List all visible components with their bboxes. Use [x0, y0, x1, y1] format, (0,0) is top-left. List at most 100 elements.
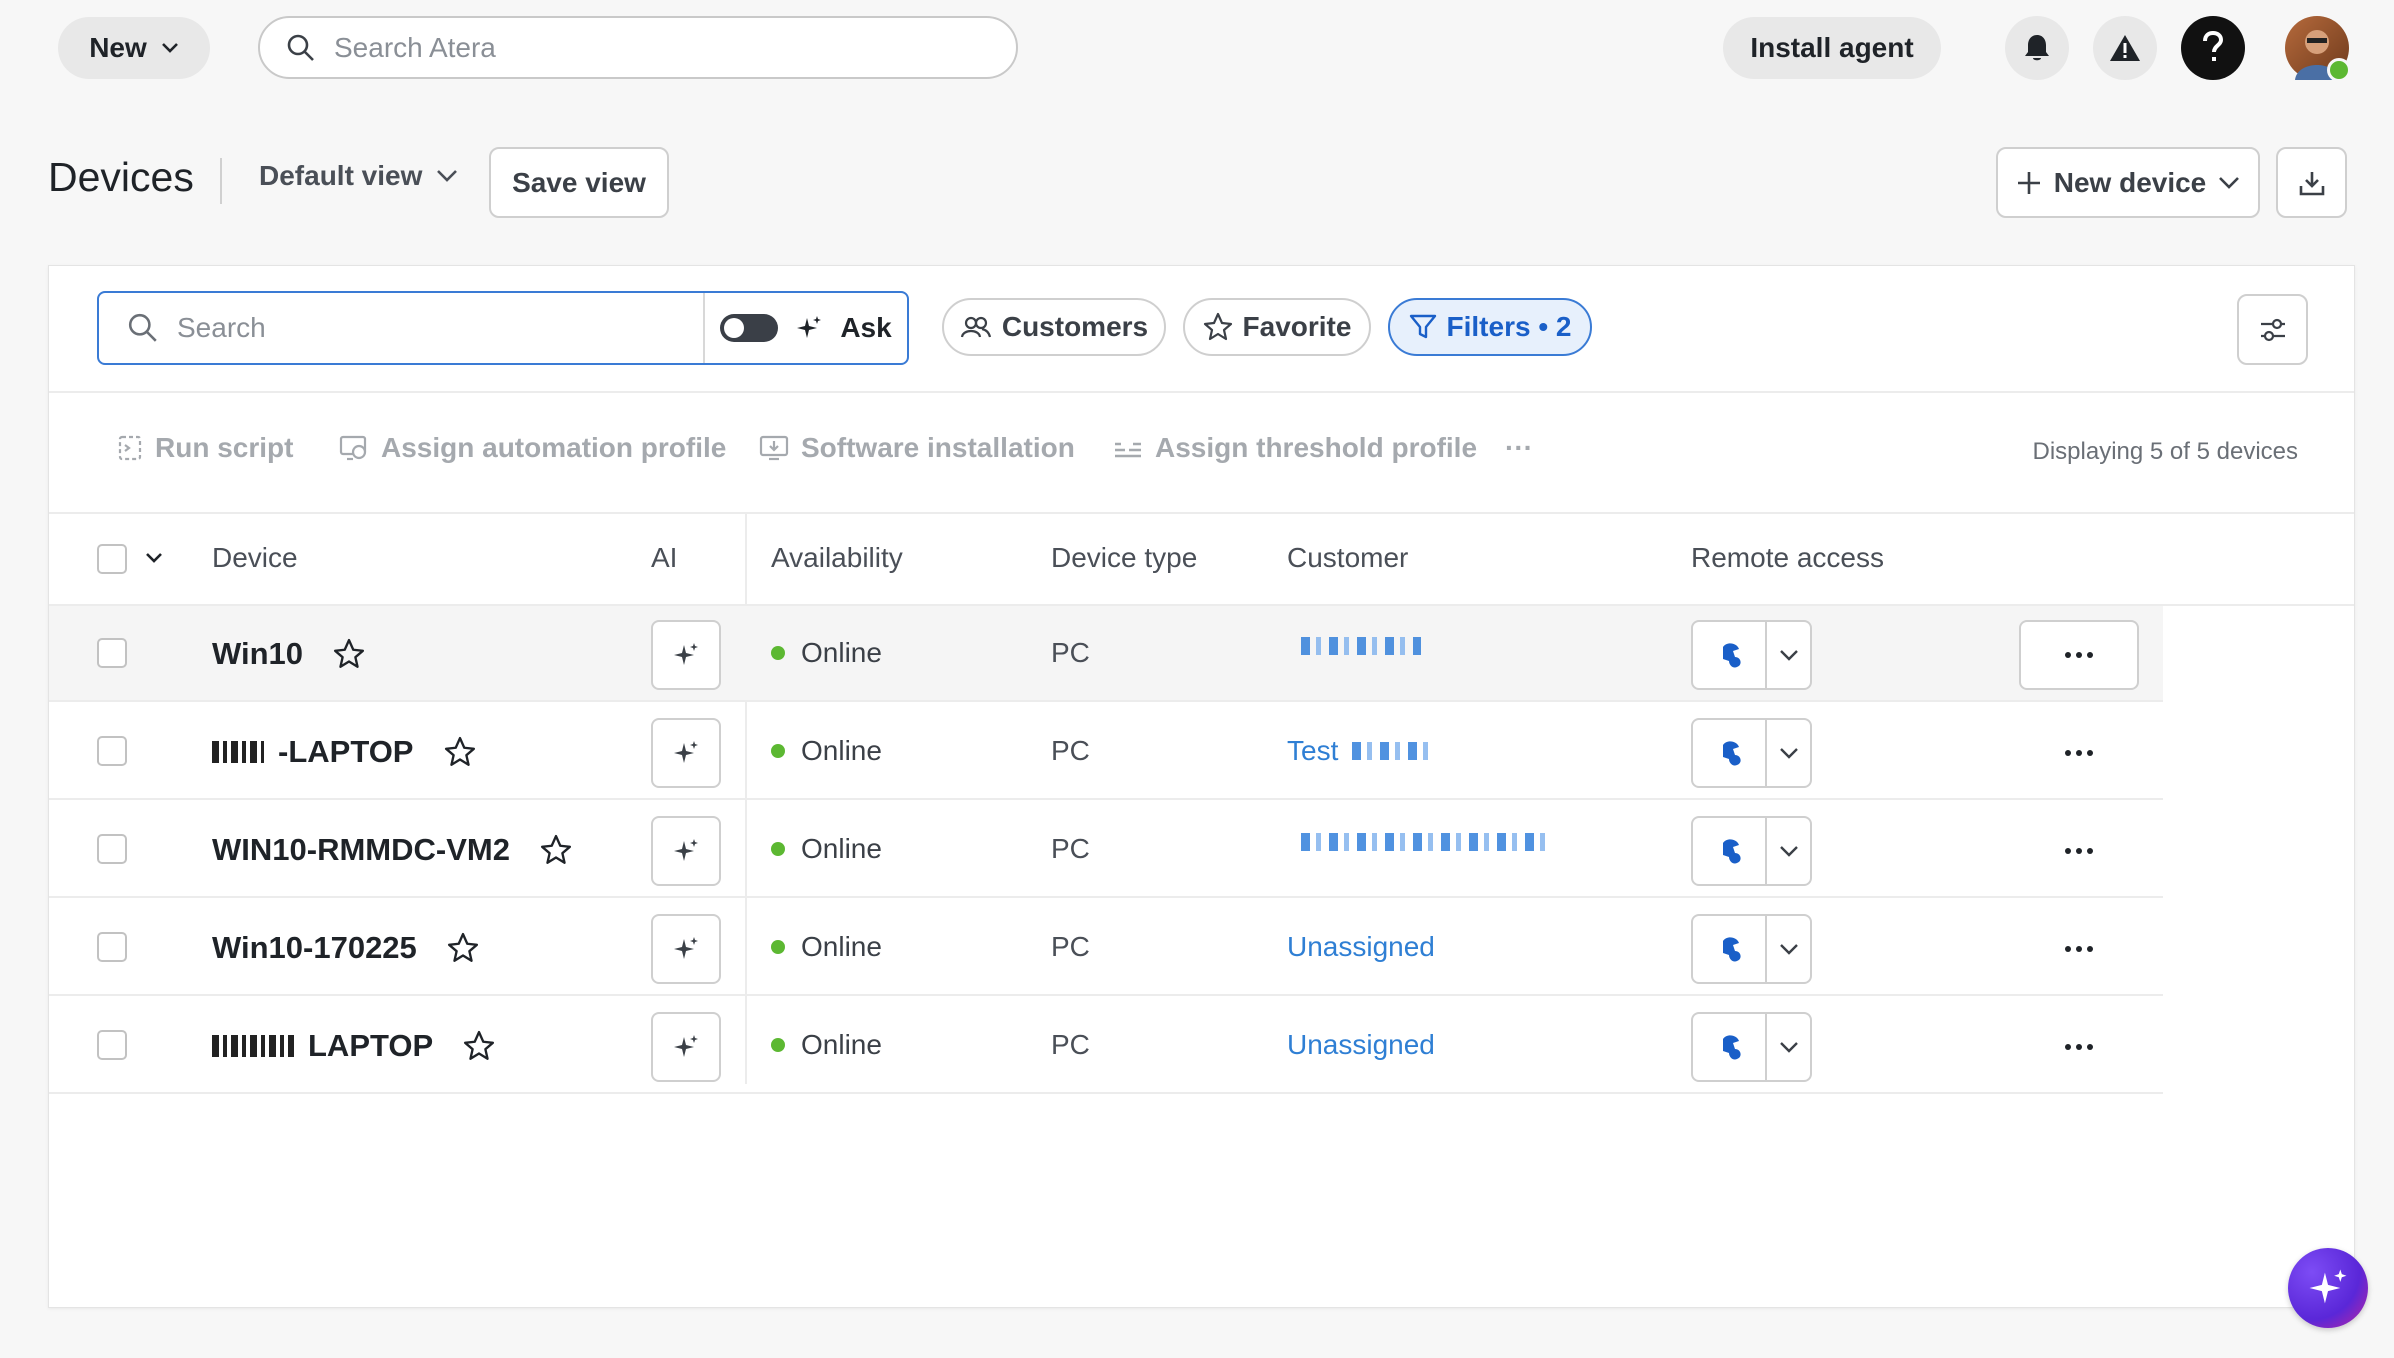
device-name-cell[interactable]: Win10-170225 [212, 930, 479, 966]
table-row[interactable]: WIN10-RMMDC-VM2 Online PC [49, 802, 2163, 898]
remote-options-dropdown[interactable] [1767, 916, 1810, 982]
chevron-down-icon [1779, 845, 1799, 857]
ai-insight-button[interactable] [651, 620, 721, 690]
save-view-button[interactable]: Save view [489, 147, 669, 218]
column-header-remote-access[interactable]: Remote access [1691, 542, 1884, 574]
ai-insight-button[interactable] [651, 1012, 721, 1082]
alerts-button[interactable] [2093, 16, 2157, 80]
ask-ai-toggle[interactable]: Ask [705, 312, 907, 344]
notifications-button[interactable] [2005, 16, 2069, 80]
help-button[interactable] [2181, 16, 2245, 80]
row-checkbox[interactable] [97, 638, 127, 668]
favorite-star-icon[interactable] [444, 736, 476, 768]
column-header-customer[interactable]: Customer [1287, 542, 1408, 574]
ai-insight-button[interactable] [651, 914, 721, 984]
ai-assistant-button[interactable] [2288, 1248, 2368, 1328]
device-name[interactable]: Win10 [212, 636, 303, 672]
device-name-cell[interactable]: -LAPTOP [212, 734, 476, 770]
row-more-button[interactable] [2019, 718, 2139, 788]
select-all-checkbox[interactable] [97, 544, 127, 574]
customer-link[interactable]: Unassigned [1287, 931, 1435, 963]
device-name[interactable]: LAPTOP [308, 1028, 433, 1064]
customer-name[interactable]: Unassigned [1287, 931, 1435, 963]
device-name-cell[interactable]: LAPTOP [212, 1028, 495, 1064]
view-selector[interactable]: Default view [259, 160, 458, 192]
more-actions-button[interactable]: ··· [1505, 432, 1533, 464]
favorite-star-icon[interactable] [540, 834, 572, 866]
device-name[interactable]: Win10-170225 [212, 930, 417, 966]
favorite-star-icon[interactable] [333, 638, 365, 670]
remote-options-dropdown[interactable] [1767, 1014, 1810, 1080]
customer-link[interactable] [1287, 833, 1547, 851]
new-button[interactable]: New [58, 17, 210, 79]
customer-link[interactable] [1287, 637, 1421, 655]
table-row[interactable]: Win10-170225 Online PC Unassigned [49, 900, 2163, 996]
customers-filter-chip[interactable]: Customers [942, 298, 1166, 356]
favorite-star-icon[interactable] [447, 932, 479, 964]
row-checkbox[interactable] [97, 932, 127, 962]
column-header-ai[interactable]: AI [651, 542, 677, 574]
row-checkbox[interactable] [97, 834, 127, 864]
filters-divider [49, 391, 2354, 393]
software-installation-action[interactable]: Software installation [759, 432, 1075, 464]
device-name[interactable]: WIN10-RMMDC-VM2 [212, 832, 510, 868]
new-device-button[interactable]: New device [1996, 147, 2260, 218]
customer-name[interactable]: Unassigned [1287, 1029, 1435, 1061]
ask-toggle-switch[interactable] [720, 314, 779, 342]
customer-name[interactable]: Test [1287, 735, 1338, 767]
remote-options-dropdown[interactable] [1767, 622, 1810, 688]
remote-access-control[interactable] [1691, 816, 1812, 886]
remote-connect-button[interactable] [1693, 622, 1767, 688]
remote-access-control[interactable] [1691, 620, 1812, 690]
row-checkbox[interactable] [97, 1030, 127, 1060]
ai-insight-button[interactable] [651, 816, 721, 886]
customer-link[interactable]: Unassigned [1287, 1029, 1435, 1061]
remote-access-control[interactable] [1691, 1012, 1812, 1082]
favorite-star-icon[interactable] [463, 1030, 495, 1062]
column-header-availability[interactable]: Availability [771, 542, 903, 574]
row-more-button[interactable] [2019, 816, 2139, 886]
column-header-device-type[interactable]: Device type [1051, 542, 1197, 574]
remote-options-dropdown[interactable] [1767, 818, 1810, 884]
sparkle-icon [2308, 1268, 2348, 1308]
new-device-label: New device [2053, 166, 2207, 198]
export-button[interactable] [2276, 147, 2347, 218]
user-avatar[interactable] [2285, 16, 2351, 82]
remote-access-control[interactable] [1691, 718, 1812, 788]
remote-connect-button[interactable] [1693, 818, 1767, 884]
global-search[interactable] [258, 16, 1018, 79]
device-name[interactable]: -LAPTOP [278, 734, 414, 770]
remote-connect-button[interactable] [1693, 916, 1767, 982]
remote-connect-button[interactable] [1693, 1014, 1767, 1080]
install-agent-button[interactable]: Install agent [1723, 17, 1941, 79]
favorite-filter-chip[interactable]: Favorite [1183, 298, 1371, 356]
table-search-field[interactable] [99, 293, 705, 363]
chevron-down-icon [161, 42, 179, 54]
filters-chip[interactable]: Filters • 2 [1388, 298, 1592, 356]
run-script-action[interactable]: Run script [117, 432, 293, 464]
remote-options-dropdown[interactable] [1767, 720, 1810, 786]
remote-connect-button[interactable] [1693, 720, 1767, 786]
customer-link[interactable]: Test [1287, 735, 1433, 767]
global-search-input[interactable] [332, 30, 1016, 65]
redacted-text [1352, 742, 1433, 760]
device-name-cell[interactable]: WIN10-RMMDC-VM2 [212, 832, 572, 868]
table-search[interactable]: Ask [97, 291, 909, 365]
assign-threshold-action[interactable]: Assign threshold profile [1113, 432, 1477, 464]
row-more-button[interactable] [2019, 914, 2139, 984]
select-menu-chevron-icon[interactable] [145, 552, 163, 564]
assign-automation-action[interactable]: Assign automation profile [339, 432, 726, 464]
column-header-device[interactable]: Device [212, 542, 298, 574]
table-row[interactable]: LAPTOP Online PC Unassigned [49, 998, 2163, 1094]
device-name-cell[interactable]: Win10 [212, 636, 365, 672]
table-row[interactable]: -LAPTOP Online PC Test [49, 704, 2163, 800]
ai-insight-button[interactable] [651, 718, 721, 788]
row-more-button[interactable] [2019, 1012, 2139, 1082]
column-settings-button[interactable] [2237, 294, 2308, 365]
remote-access-control[interactable] [1691, 914, 1812, 984]
row-checkbox[interactable] [97, 736, 127, 766]
table-search-input[interactable] [175, 311, 703, 345]
table-row[interactable]: Win10 Online PC [49, 606, 2163, 702]
row-more-button[interactable] [2019, 620, 2139, 690]
redacted-text [212, 1035, 294, 1057]
